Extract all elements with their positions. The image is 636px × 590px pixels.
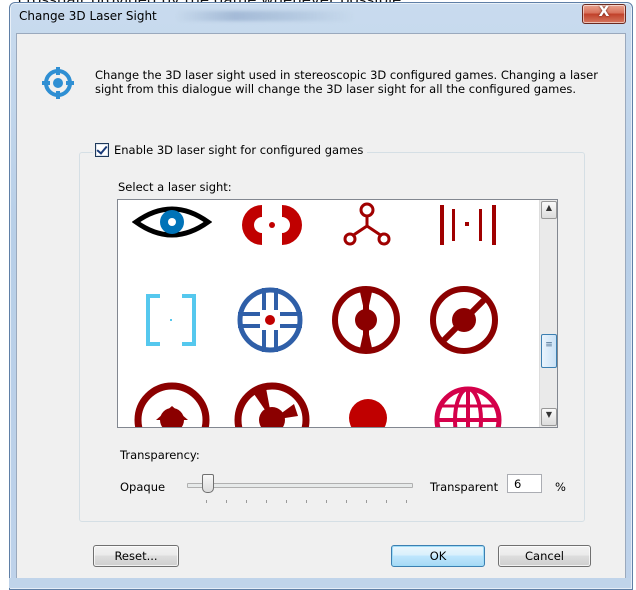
scroll-down-button[interactable]: ▼ <box>541 408 557 426</box>
ok-button[interactable]: OK <box>391 545 485 567</box>
enable-laser-checkbox-row[interactable]: Enable 3D laser sight for configured gam… <box>93 143 368 157</box>
dialog-window: Change 3D Laser Sight X Change the 3D la… <box>9 2 633 590</box>
close-icon: X <box>598 4 610 20</box>
chevron-down-icon: ▼ <box>545 410 553 419</box>
bars-sight-icon[interactable] <box>436 203 500 247</box>
laser-sight-icon <box>42 67 74 99</box>
scroll-thumb[interactable]: ≡ <box>541 334 557 368</box>
info-text: Change the 3D laser sight used in stereo… <box>95 68 598 96</box>
cancel-button[interactable]: Cancel <box>498 545 591 567</box>
enable-laser-checkbox[interactable] <box>95 143 109 157</box>
scroll-up-button[interactable]: ▲ <box>541 201 557 219</box>
transparency-slider-thumb[interactable] <box>202 474 214 493</box>
transparency-value-input[interactable]: 6 <box>507 474 542 493</box>
title-bar[interactable]: Change 3D Laser Sight X <box>10 3 632 27</box>
percent-label: % <box>555 480 566 494</box>
transparency-label: Transparency: <box>120 448 200 462</box>
brackets-sight-icon[interactable] <box>144 292 198 348</box>
circle-triangle-sight-icon[interactable] <box>132 380 212 428</box>
globe-sight-icon[interactable] <box>432 384 504 428</box>
blue-crosshair-sight-icon[interactable] <box>236 286 304 354</box>
dialog-body: Change the 3D laser sight used in stereo… <box>16 33 626 583</box>
transparent-label: Transparent <box>430 480 499 494</box>
circle-dot-diagonal-sight-icon[interactable] <box>428 284 500 356</box>
select-laser-label: Select a laser sight: <box>118 180 232 194</box>
grip-icon: ≡ <box>545 340 553 350</box>
transparency-slider-track[interactable] <box>187 483 413 488</box>
title-blur <box>175 11 355 21</box>
close-button[interactable]: X <box>582 4 626 24</box>
enable-laser-label[interactable]: Enable 3D laser sight for configured gam… <box>114 143 363 157</box>
circle-dot-vertical-sight-icon[interactable] <box>330 284 402 356</box>
slider-ticks <box>206 500 407 504</box>
laser-sight-list[interactable]: ▲ ≡ ▼ <box>117 199 558 428</box>
chevron-up-icon: ▲ <box>545 203 553 212</box>
window-bottom-edge <box>9 578 631 588</box>
eye-sight-icon[interactable] <box>132 204 212 240</box>
split-ring-sight-icon[interactable] <box>240 203 304 247</box>
dot-sight-icon[interactable] <box>346 396 390 428</box>
tripod-sight-icon[interactable] <box>342 202 392 248</box>
circle-wedge-sight-icon[interactable] <box>232 380 312 428</box>
reset-button[interactable]: Reset... <box>93 545 179 567</box>
opaque-label: Opaque <box>120 480 166 494</box>
list-scrollbar[interactable]: ▲ ≡ ▼ <box>539 200 557 427</box>
window-title: Change 3D Laser Sight <box>19 9 157 23</box>
